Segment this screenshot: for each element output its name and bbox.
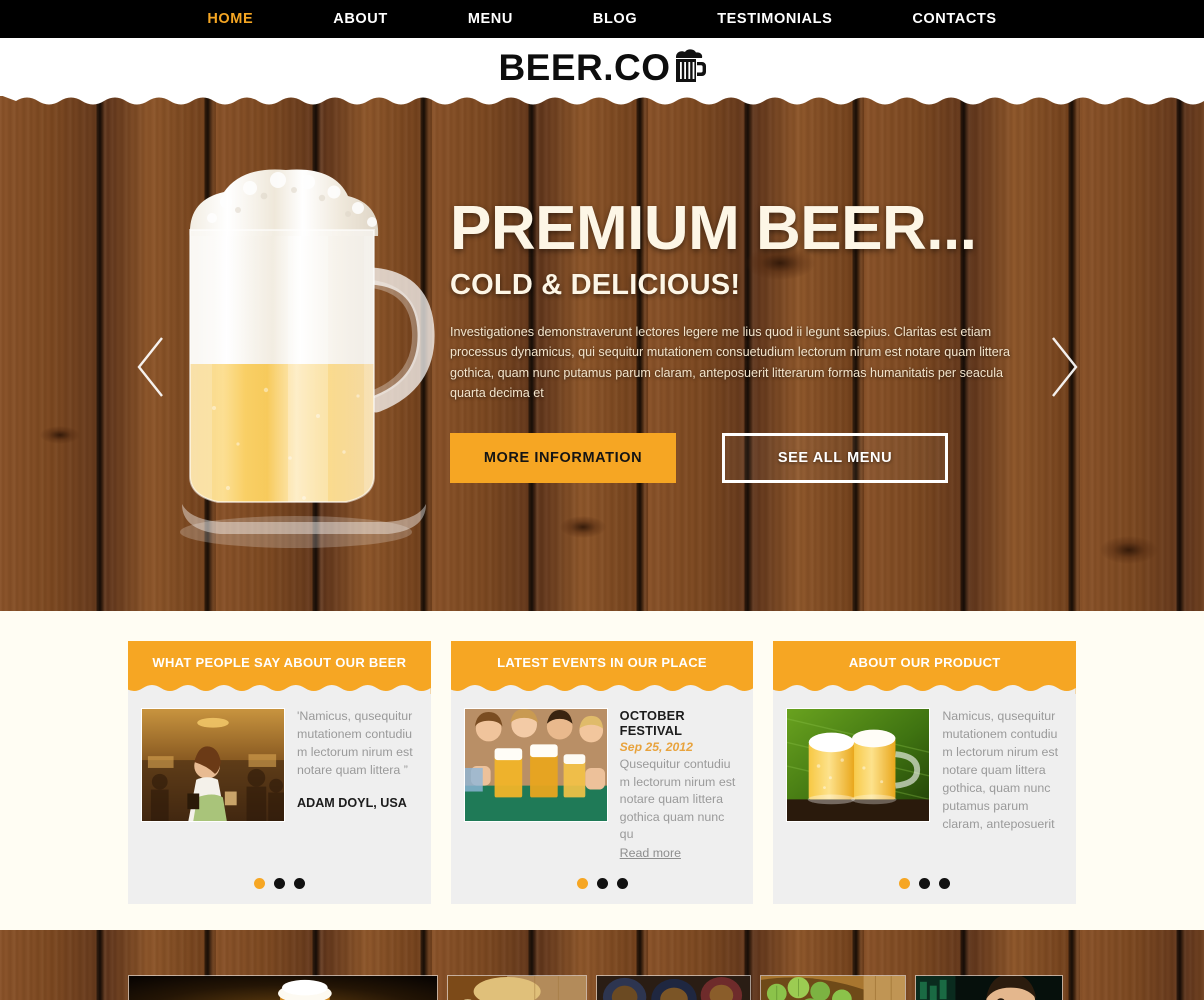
top-navigation-bar: HOME ABOUT MENU BLOG TESTIMONIALS CONTAC…: [0, 0, 1204, 38]
carousel-dot-3[interactable]: [939, 878, 951, 890]
foam-edge-bottom: [773, 684, 1077, 695]
content-panels-section: WHAT PEOPLE SAY ABOUT OUR BEER 'Namicus,…: [0, 611, 1204, 931]
panel-heading: WHAT PEOPLE SAY ABOUT OUR BEER: [152, 655, 407, 670]
event-body: Qusequitur contudiu m lectorum nirum est…: [619, 757, 736, 842]
carousel-dot-2[interactable]: [273, 878, 285, 890]
events-carousel-dots: [451, 862, 754, 904]
gallery-item-man[interactable]: [915, 975, 1063, 1000]
panels-row: WHAT PEOPLE SAY ABOUT OUR BEER 'Namicus,…: [128, 641, 1077, 905]
chevron-left-icon[interactable]: [131, 334, 171, 400]
hero-paragraph: Investigationes demonstraverunt lectores…: [450, 325, 1010, 401]
product-body: Namicus, qusequitur mutationem contudiu …: [942, 709, 1059, 831]
site-logo[interactable]: BEER.CO: [498, 46, 706, 88]
carousel-dot-3[interactable]: [616, 878, 628, 890]
product-text-block: Namicus, qusequitur mutationem contudiu …: [942, 708, 1063, 862]
gallery-item-hops[interactable]: [760, 975, 906, 1000]
nav-item-about[interactable]: ABOUT: [293, 11, 428, 27]
hero-slider: PREMIUM BEER... COLD & DELICIOUS! Invest…: [0, 96, 1204, 611]
product-carousel-dots: [773, 862, 1076, 904]
chevron-right-icon[interactable]: [1044, 334, 1084, 400]
carousel-dot-3[interactable]: [293, 878, 305, 890]
panel-header-about-product: ABOUT OUR PRODUCT: [773, 641, 1077, 695]
gallery-strip: [0, 930, 1204, 1000]
panel-body-latest-events: OCTOBER FESTIVAL Sep 25, 2012 Qusequitur…: [451, 694, 754, 862]
hero-button-group: MORE INFORMATION SEE ALL MENU: [450, 432, 1016, 483]
testimonial-author: ADAM DOYL, USA: [297, 795, 407, 810]
beer-mug-icon: [672, 48, 706, 88]
hero-title: PREMIUM BEER...: [450, 194, 977, 263]
panel-heading: LATEST EVENTS IN OUR PLACE: [497, 655, 707, 670]
panel-body-about-product: Namicus, qusequitur mutationem contudiu …: [773, 694, 1076, 862]
panel-header-latest-events: LATEST EVENTS IN OUR PLACE: [450, 641, 754, 695]
panel-latest-events: LATEST EVENTS IN OUR PLACE OCTOBER FESTI…: [450, 641, 754, 905]
hero-copy: PREMIUM BEER... COLD & DELICIOUS! Invest…: [450, 198, 1016, 483]
gallery-thumbnails-row: [128, 975, 1063, 1000]
panel-about-product: ABOUT OUR PRODUCT Namicus, qusequitur mu…: [773, 641, 1077, 905]
carousel-dot-2[interactable]: [596, 878, 608, 890]
main-nav: HOME ABOUT MENU BLOG TESTIMONIALS CONTAC…: [167, 11, 1036, 27]
logo-bar: BEER.CO: [0, 38, 1204, 96]
product-photo: [786, 708, 931, 822]
gallery-item-barrels[interactable]: [596, 975, 751, 1000]
panel-testimonials: WHAT PEOPLE SAY ABOUT OUR BEER 'Namicus,…: [128, 641, 431, 905]
gallery-item-barley[interactable]: [447, 975, 587, 1000]
nav-item-home[interactable]: HOME: [167, 11, 293, 27]
carousel-dot-1[interactable]: [253, 878, 265, 890]
testimonial-text-block: 'Namicus, qusequitur mutationem contudiu…: [297, 708, 418, 862]
event-date: Sep 25, 2012: [619, 740, 693, 754]
more-information-button[interactable]: MORE INFORMATION: [450, 432, 676, 483]
gallery-item-beer-glasses[interactable]: [128, 975, 438, 1000]
carousel-dot-1[interactable]: [899, 878, 911, 890]
carousel-dot-2[interactable]: [919, 878, 931, 890]
testimonial-photo: [141, 708, 285, 822]
panel-body-testimonials: 'Namicus, qusequitur mutationem contudiu…: [128, 694, 431, 862]
nav-item-testimonials[interactable]: TESTIMONIALS: [677, 11, 872, 27]
foam-edge-bottom: [128, 684, 431, 695]
logo-text: BEER.CO: [498, 46, 671, 88]
testimonial-carousel-dots: [128, 862, 431, 904]
panel-heading: ABOUT OUR PRODUCT: [848, 655, 1001, 670]
testimonial-quote: 'Namicus, qusequitur mutationem contudiu…: [297, 709, 413, 777]
hero-subtitle: COLD & DELICIOUS!: [450, 269, 741, 301]
nav-item-contacts[interactable]: CONTACTS: [872, 11, 1036, 27]
read-more-link[interactable]: Read more: [620, 846, 681, 860]
event-title: OCTOBER FESTIVAL: [619, 708, 685, 738]
panel-header-testimonials: WHAT PEOPLE SAY ABOUT OUR BEER: [128, 641, 431, 695]
see-all-menu-button[interactable]: SEE ALL MENU: [722, 432, 948, 483]
nav-item-menu[interactable]: MENU: [428, 11, 553, 27]
foam-edge-top: [0, 96, 1204, 111]
foam-edge-bottom: [450, 684, 754, 695]
event-photo: [463, 708, 608, 822]
carousel-dot-1[interactable]: [576, 878, 588, 890]
hero-beer-mug-image: [168, 158, 440, 558]
nav-item-blog[interactable]: BLOG: [553, 11, 677, 27]
event-text-block: OCTOBER FESTIVAL Sep 25, 2012 Qusequitur…: [620, 708, 741, 862]
